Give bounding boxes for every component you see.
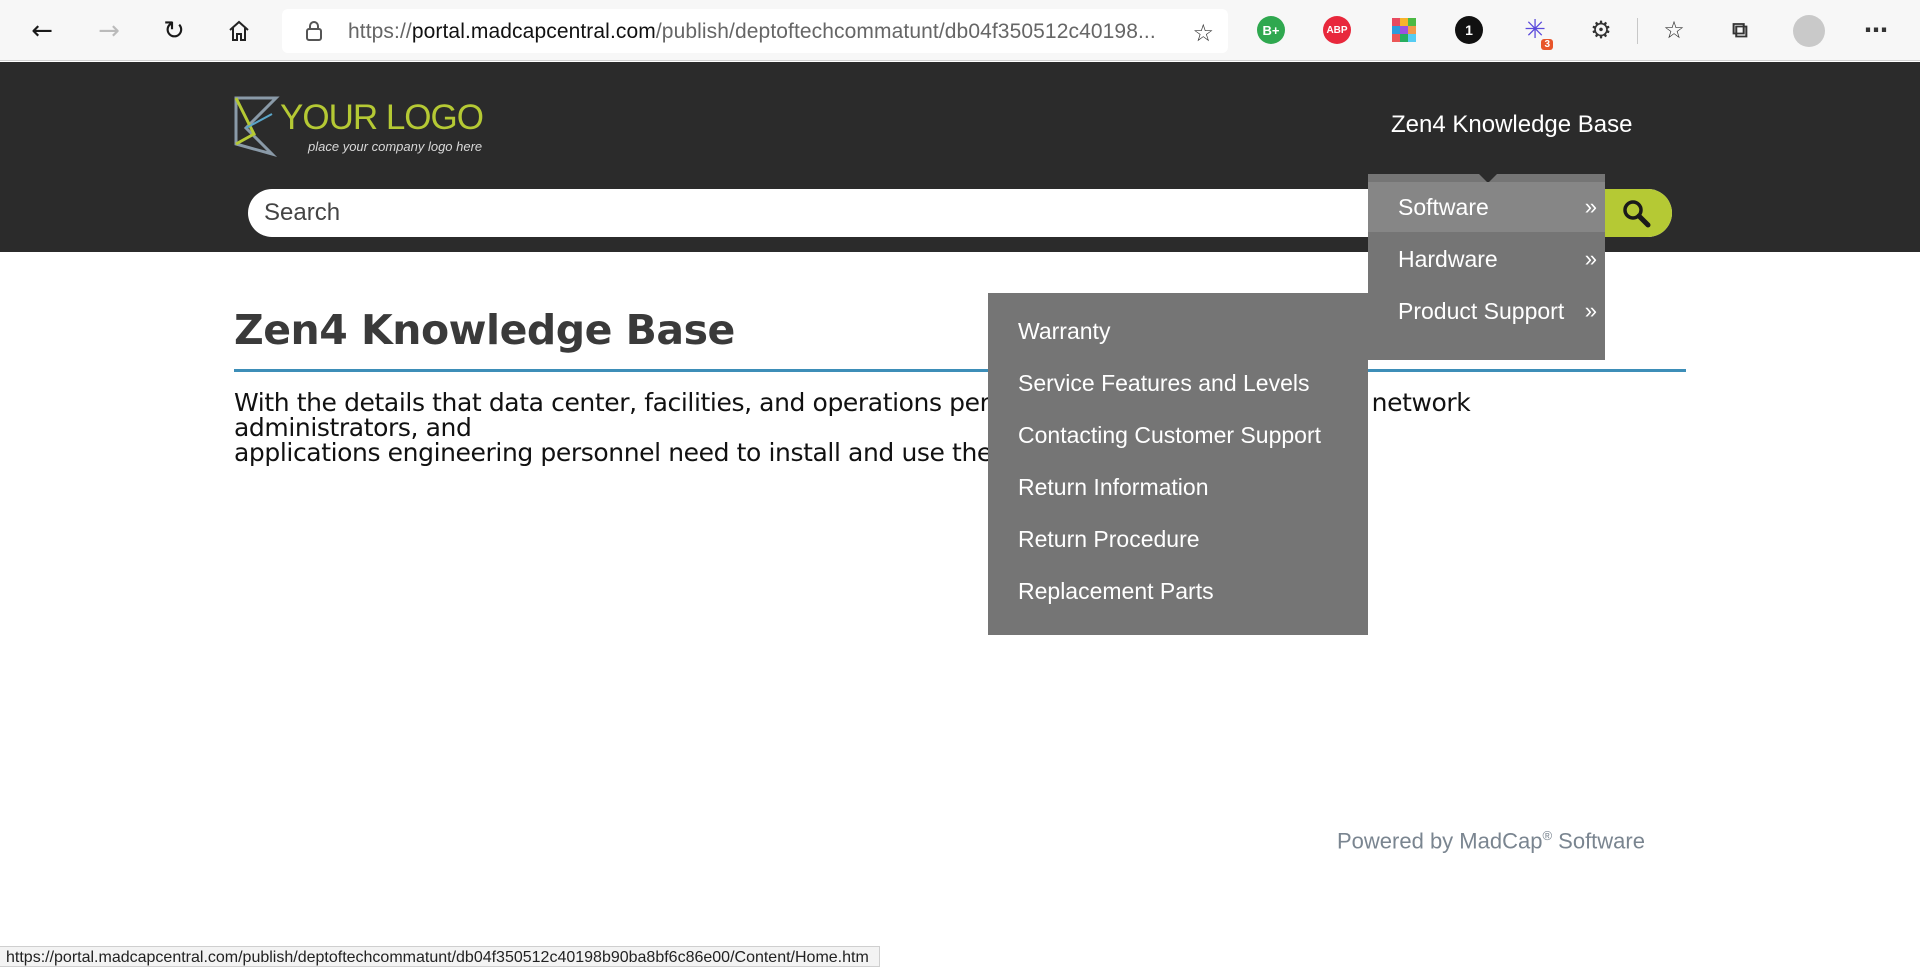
extension-badge: 3 — [1541, 39, 1553, 50]
page-title: Zen4 Knowledge Base — [234, 306, 735, 354]
search-icon — [1623, 200, 1651, 228]
intro-line: applications engineering personnel need … — [234, 438, 1284, 467]
status-bar-url: https://portal.madcapcentral.com/publish… — [0, 946, 880, 967]
submenu-item-return-information[interactable]: Return Information — [988, 461, 1368, 513]
favorites-icon[interactable]: ☆ — [1660, 16, 1688, 44]
adblock-extension-icon[interactable]: ABP — [1323, 16, 1351, 44]
product-support-submenu: Warranty Service Features and Levels Con… — [988, 293, 1368, 635]
registered-mark: ® — [1542, 828, 1553, 843]
logo-tagline: place your company logo here — [308, 139, 483, 154]
submenu-item-service-features[interactable]: Service Features and Levels — [988, 357, 1368, 409]
address-bar[interactable]: https://portal.madcapcentral.com/publish… — [282, 9, 1228, 53]
toolbar-divider — [1637, 18, 1638, 44]
site-title-link[interactable]: Zen4 Knowledge Base — [1391, 111, 1633, 139]
powered-prefix: Powered by MadCap — [1337, 828, 1543, 854]
browser-toolbar: ← → ↻ https://portal.madcapcentral.com/p… — [0, 0, 1920, 61]
submenu-arrow-icon: » — [1584, 194, 1597, 219]
profile-avatar[interactable] — [1793, 15, 1825, 47]
title-divider — [234, 369, 1686, 372]
forward-icon[interactable]: → — [92, 14, 126, 48]
back-icon[interactable]: ← — [25, 14, 59, 48]
search-button[interactable] — [1600, 189, 1672, 237]
submenu-item-return-procedure[interactable]: Return Procedure — [988, 513, 1368, 565]
submenu-arrow-icon: » — [1584, 298, 1597, 323]
menu-item-hardware[interactable]: Hardware » — [1368, 234, 1605, 284]
home-icon[interactable] — [222, 14, 256, 48]
nav-dropdown-menu: Software » Hardware » Product Support » — [1368, 173, 1605, 360]
logo-text: YOUR LOGO — [280, 98, 484, 137]
site-header: YOUR LOGO place your company logo here Z… — [0, 62, 1920, 252]
powered-by-link[interactable]: Powered by MadCap® Software — [1337, 828, 1645, 854]
submenu-arrow-icon: » — [1584, 246, 1597, 271]
menu-item-label: Hardware — [1398, 245, 1498, 272]
bplus-extension-icon[interactable]: B+ — [1257, 16, 1285, 44]
add-favorite-icon[interactable]: ☆ — [1192, 19, 1214, 47]
submenu-item-warranty[interactable]: Warranty — [988, 305, 1368, 357]
password-manager-extension-icon[interactable]: 1 — [1455, 16, 1483, 44]
refresh-icon[interactable]: ↻ — [157, 14, 191, 48]
submenu-item-contacting-support[interactable]: Contacting Customer Support — [988, 409, 1368, 461]
logo-mark-icon — [234, 96, 280, 157]
intro-paragraph: With the details that data center, facil… — [234, 390, 1634, 465]
menu-item-product-support[interactable]: Product Support » — [1368, 286, 1605, 336]
menu-item-label: Product Support — [1398, 297, 1565, 324]
menu-item-software[interactable]: Software » — [1368, 182, 1605, 232]
color-grid-extension-icon[interactable] — [1390, 16, 1418, 44]
menu-item-label: Software — [1398, 193, 1489, 220]
submenu-item-replacement-parts[interactable]: Replacement Parts — [988, 565, 1368, 617]
collections-icon[interactable]: ⧉ — [1726, 16, 1754, 44]
extensions-puzzle-icon[interactable]: ⚙ — [1587, 16, 1615, 44]
intro-line: With the details that data center, facil… — [234, 388, 1471, 442]
powered-suffix: Software — [1552, 828, 1645, 854]
url-text: https://portal.madcapcentral.com/publish… — [348, 20, 1156, 43]
company-logo[interactable]: YOUR LOGO place your company logo here — [232, 92, 522, 162]
lock-icon[interactable] — [304, 20, 324, 42]
more-menu-icon[interactable]: ⋯ — [1862, 16, 1890, 44]
sparkle-extension-icon[interactable]: ✳ 3 — [1521, 15, 1553, 50]
